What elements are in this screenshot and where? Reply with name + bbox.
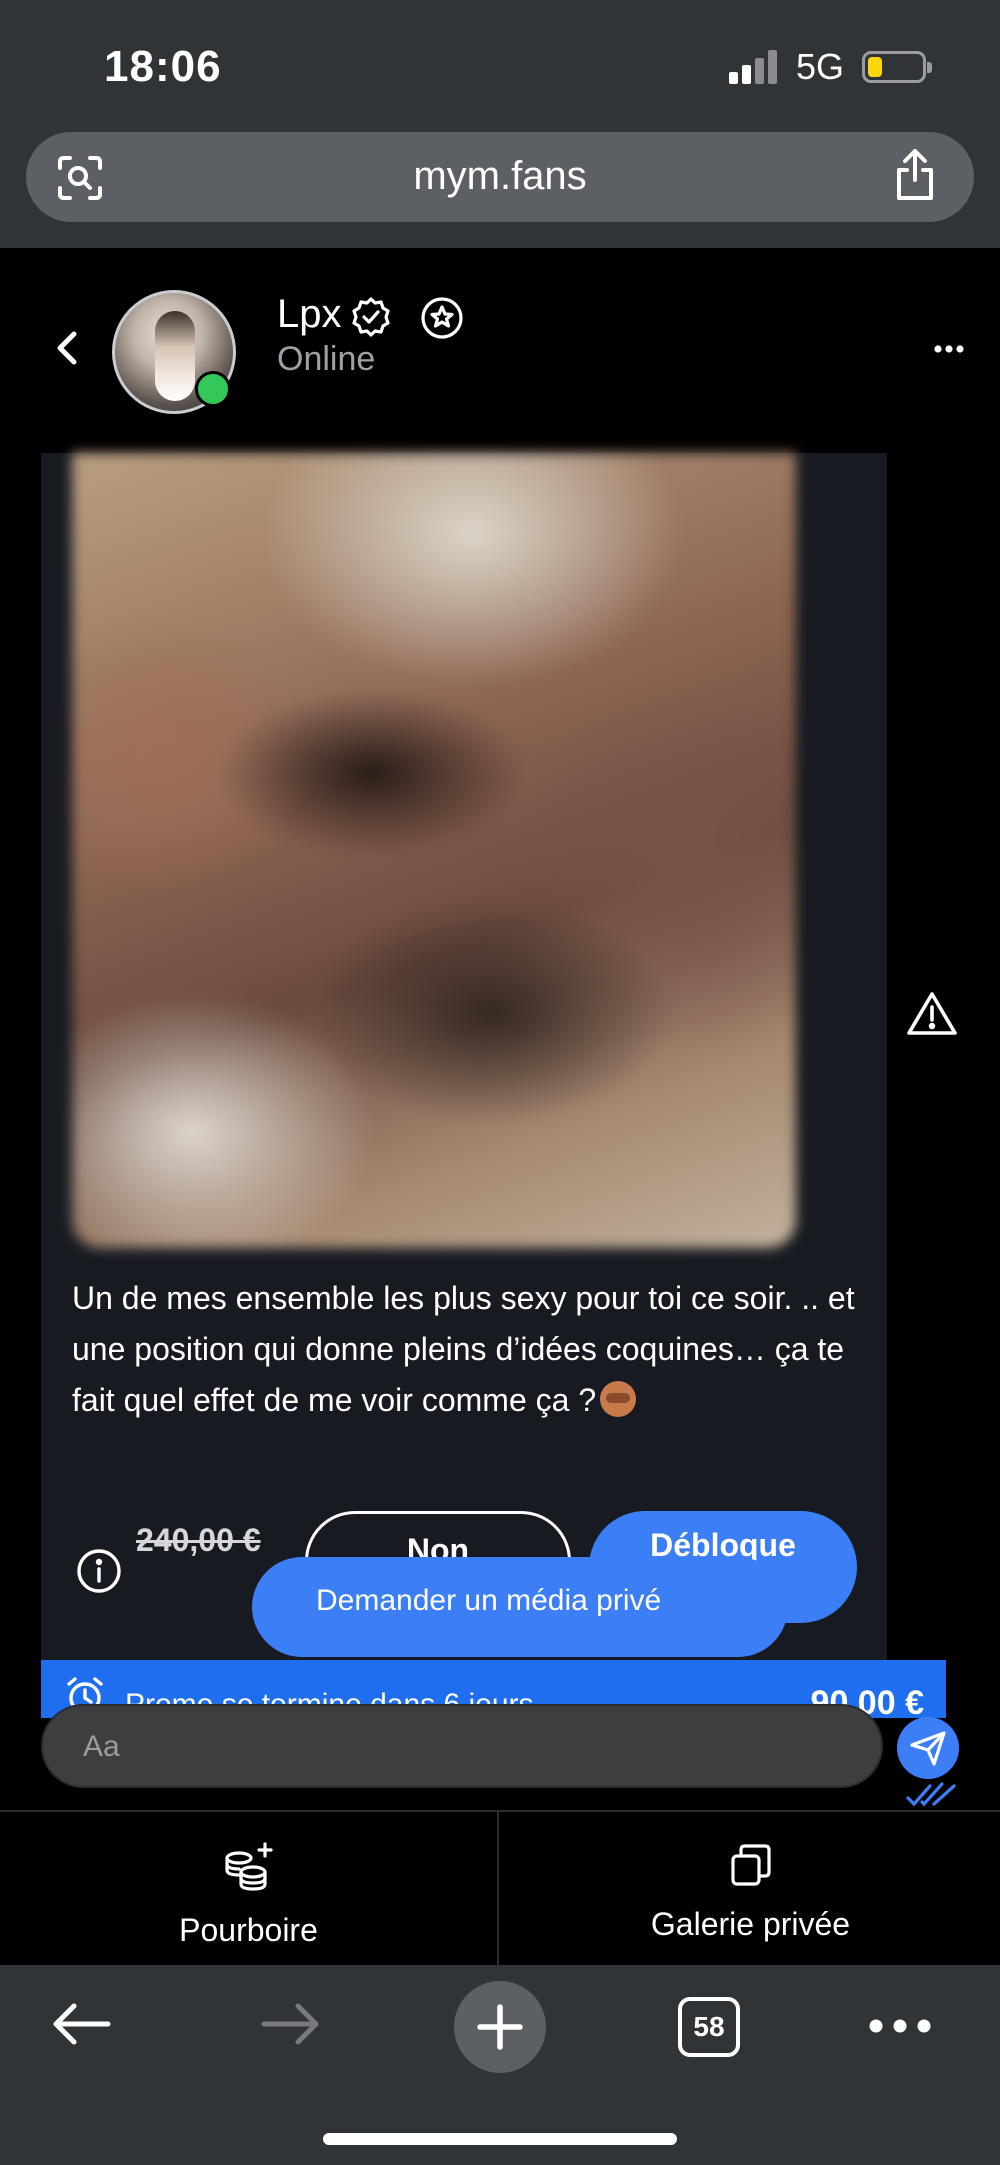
chat-header: Lpx Online xyxy=(0,248,1000,453)
browser-top-bar: 18:06 5G mym.fans xyxy=(0,0,1000,248)
network-type: 5G xyxy=(796,46,845,87)
tab-count: 58 xyxy=(693,2011,725,2042)
info-icon[interactable] xyxy=(76,1548,122,1594)
tab-tip-label: Pourboire xyxy=(179,1912,318,1948)
bottom-tab-bar: Pourboire Galerie privée xyxy=(0,1810,1000,1967)
more-icon[interactable] xyxy=(934,344,964,354)
tip-coins-icon xyxy=(224,1842,273,1891)
presence-status: Online xyxy=(277,340,376,378)
online-indicator xyxy=(195,371,231,407)
gallery-icon xyxy=(730,1844,771,1886)
message-text: Un de mes ensemble les plus sexy pour to… xyxy=(72,1273,872,1426)
arrow-left-icon[interactable] xyxy=(50,2001,112,2047)
star-icon[interactable] xyxy=(420,296,464,340)
ellipsis-icon[interactable] xyxy=(868,2017,932,2035)
status-time: 18:06 xyxy=(104,42,222,91)
paid-message-card: Un de mes ensemble les plus sexy pour to… xyxy=(41,453,887,1663)
verified-icon xyxy=(352,297,390,337)
signal-icon xyxy=(729,50,781,84)
plus-icon xyxy=(477,2004,523,2050)
tab-private-gallery[interactable]: Galerie privée xyxy=(501,1812,1000,1967)
request-private-media-button[interactable]: Demander un média privé xyxy=(252,1557,788,1657)
back-icon[interactable] xyxy=(52,328,82,368)
battery-icon xyxy=(862,51,932,83)
tab-gallery-label: Galerie privée xyxy=(650,1906,851,1942)
tabs-button[interactable]: 58 xyxy=(678,1997,740,2057)
share-icon[interactable] xyxy=(892,148,938,202)
message-input[interactable] xyxy=(83,1726,843,1768)
see-no-evil-monkey-icon xyxy=(600,1381,637,1417)
double-check-icon xyxy=(906,1782,956,1807)
new-tab-button[interactable] xyxy=(454,1981,546,2073)
tab-tip[interactable]: Pourboire xyxy=(0,1812,499,1967)
address-bar[interactable]: mym.fans xyxy=(26,132,974,222)
message-body: Un de mes ensemble les plus sexy pour to… xyxy=(72,1280,855,1418)
arrow-right-icon[interactable] xyxy=(260,2001,322,2047)
home-indicator xyxy=(323,2133,677,2145)
message-composer xyxy=(41,1704,883,1788)
original-price: 240,00 € xyxy=(136,1522,261,1558)
warning-icon[interactable] xyxy=(906,990,958,1036)
url-text: mym.fans xyxy=(413,154,587,198)
send-icon[interactable] xyxy=(897,1717,959,1779)
contact-name[interactable]: Lpx xyxy=(277,292,342,337)
blurred-media[interactable] xyxy=(72,453,796,1248)
